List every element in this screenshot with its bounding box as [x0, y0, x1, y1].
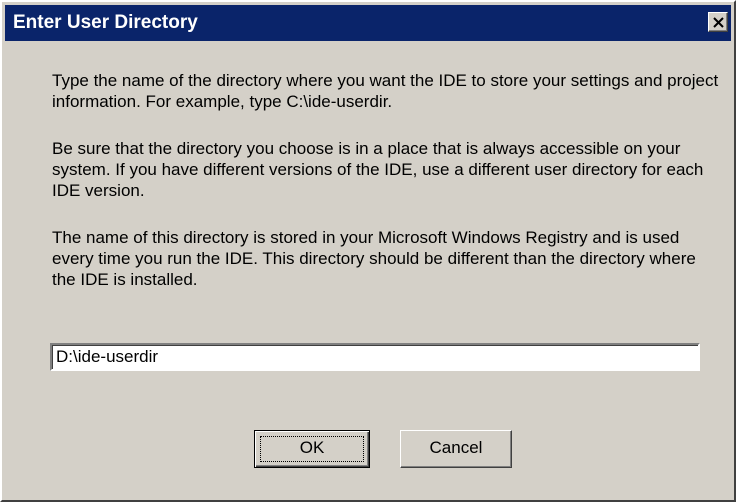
instruction-paragraph-2: Be sure that the directory you choose is…: [52, 139, 704, 200]
close-icon: [713, 17, 724, 28]
close-button[interactable]: [708, 12, 728, 32]
cancel-button[interactable]: Cancel: [400, 430, 512, 468]
user-directory-input[interactable]: [50, 343, 700, 371]
ok-button[interactable]: OK: [254, 430, 370, 468]
instruction-paragraph-1: Type the name of the directory where you…: [52, 71, 719, 111]
dialog-title: Enter User Directory: [13, 12, 198, 33]
instruction-paragraph-3: The name of this directory is stored in …: [52, 228, 696, 289]
cancel-button-label: Cancel: [429, 438, 483, 457]
enter-user-directory-dialog: Enter User Directory Type the name of th…: [0, 0, 736, 502]
title-bar[interactable]: Enter User Directory: [5, 5, 731, 41]
ok-button-label: OK: [299, 438, 325, 457]
